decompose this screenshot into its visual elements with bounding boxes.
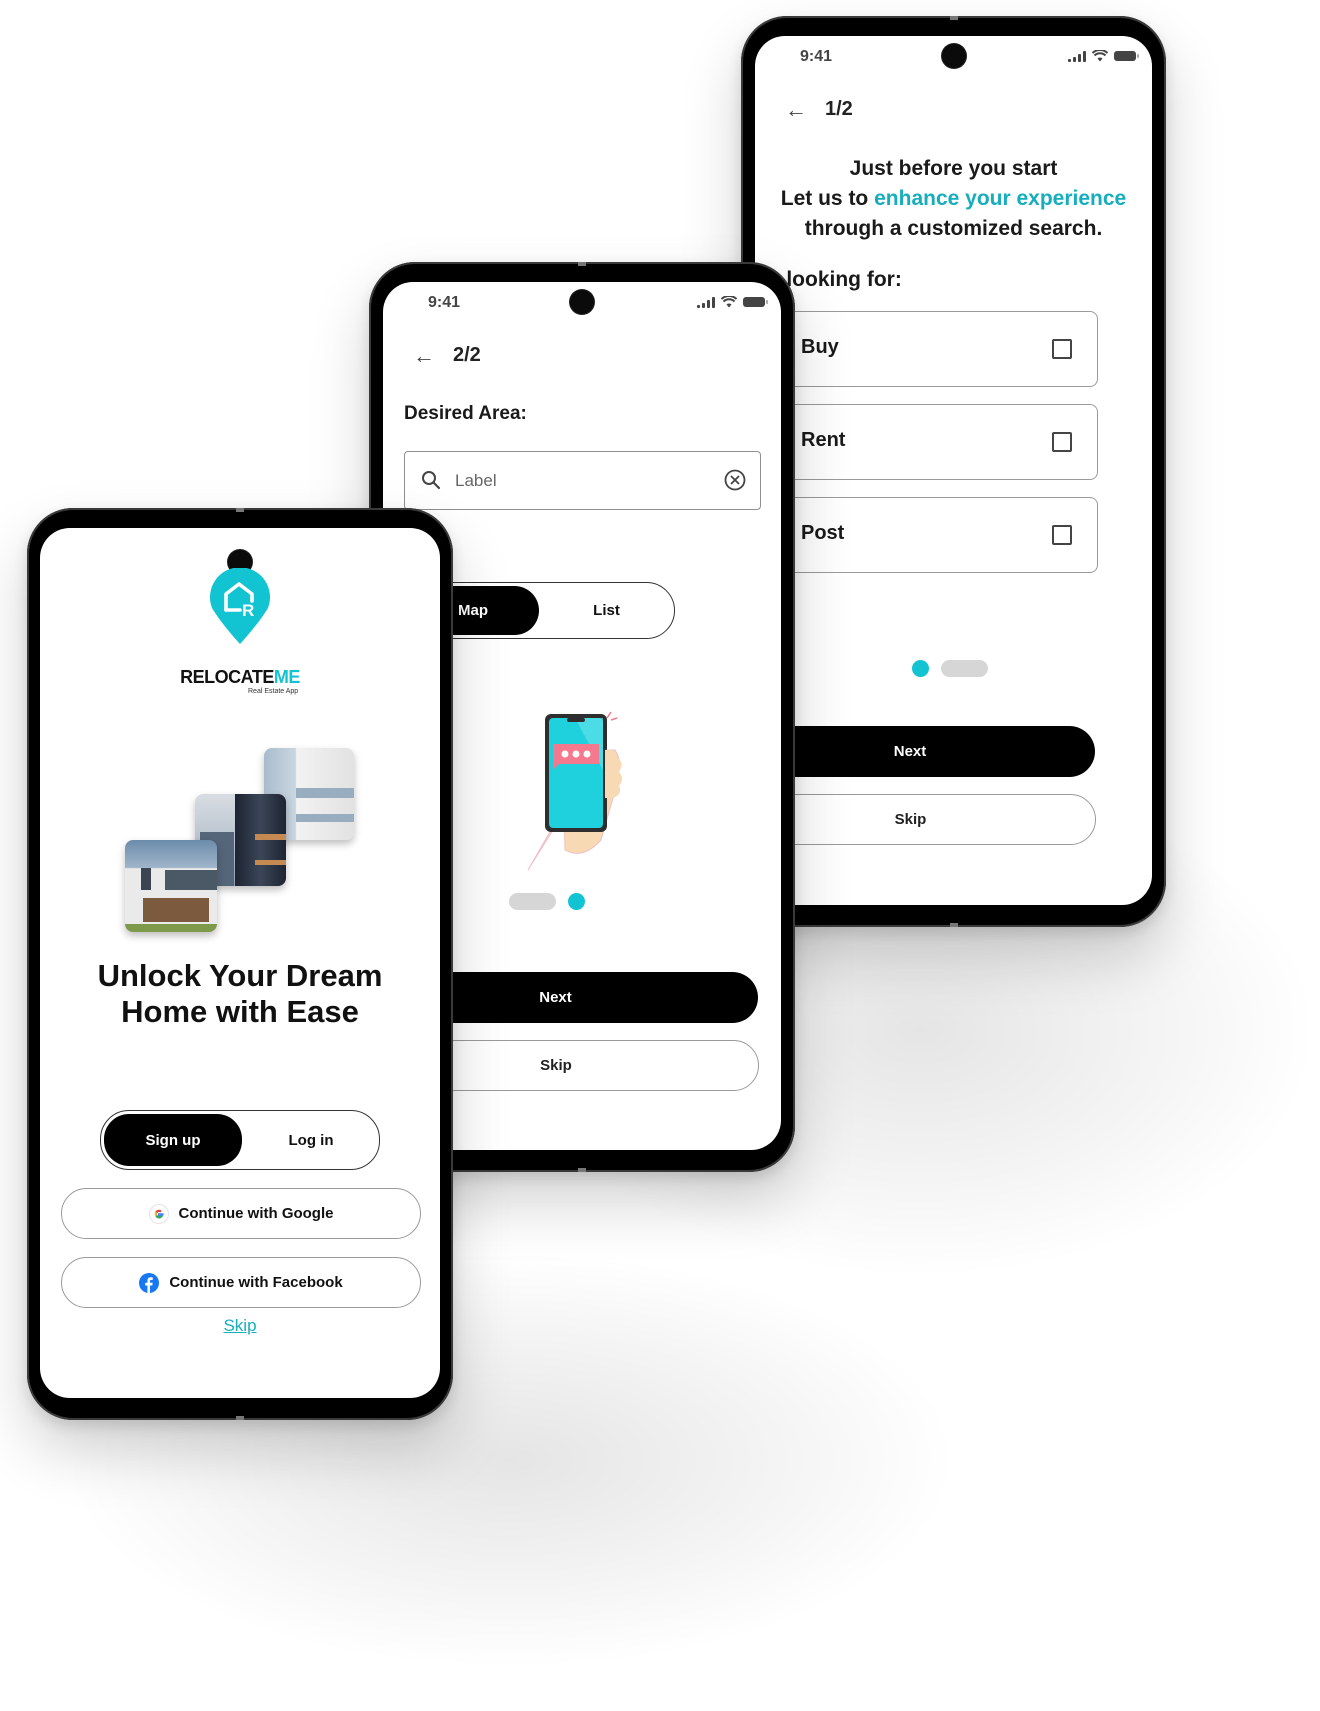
next-button[interactable]: Next xyxy=(755,726,1095,777)
status-bar: 9:41 xyxy=(755,46,1152,68)
relocateme-logo-icon: R xyxy=(210,568,270,644)
intro-line-1: Just before you start xyxy=(849,157,1058,180)
option-label: Rent xyxy=(801,429,846,451)
auth-toggle: Sign up Log in xyxy=(100,1110,380,1170)
intro-highlight: enhance your experience xyxy=(874,187,1127,210)
signup-button[interactable]: Sign up xyxy=(104,1114,242,1166)
option-buy[interactable]: Buy xyxy=(755,311,1098,387)
welcome-headline: Unlock Your Dream Home with Ease xyxy=(40,958,440,1030)
page-dot-active xyxy=(568,893,585,910)
toggle-list[interactable]: List xyxy=(542,586,671,635)
intro-line-3: through a customized search. xyxy=(804,217,1103,240)
phone-preferences: 9:41 ← 1/2 Just before you start Let us … xyxy=(741,16,1166,927)
brand-name-part2: ME xyxy=(273,667,301,687)
top-nav: ← 1/2 xyxy=(785,98,853,121)
wifi-icon xyxy=(1092,50,1108,62)
screen-welcome: R RELOCATEME Real Estate App Unlock Your… xyxy=(40,528,440,1398)
facebook-logo-icon xyxy=(139,1272,160,1293)
option-post[interactable]: Post xyxy=(755,497,1098,573)
continue-google-button[interactable]: Continue with Google xyxy=(61,1188,421,1239)
battery-icon xyxy=(743,297,768,307)
intro-line-2-prefix: Let us to xyxy=(780,187,875,210)
clear-circle-x-icon[interactable] xyxy=(724,469,746,491)
option-checkbox[interactable] xyxy=(1052,432,1072,452)
house-photo-modern xyxy=(125,840,217,932)
screen-preferences: 9:41 ← 1/2 Just before you start Let us … xyxy=(755,36,1152,905)
top-nav: ← 2/2 xyxy=(413,344,481,367)
skip-link[interactable]: Skip xyxy=(40,1316,440,1336)
brand-tagline: Real Estate App xyxy=(248,688,299,695)
facebook-label: Continue with Facebook xyxy=(169,1274,343,1291)
signal-icon xyxy=(697,296,715,308)
page-dot-inactive xyxy=(509,893,556,910)
status-time: 9:41 xyxy=(800,48,833,65)
skip-button[interactable]: Skip xyxy=(755,794,1096,845)
area-search-field[interactable]: Label xyxy=(404,451,761,510)
option-rent[interactable]: Rent xyxy=(755,404,1098,480)
google-logo-icon xyxy=(148,1203,169,1224)
brand-name: RELOCATEME xyxy=(40,667,440,688)
brand-name-part1: RELOCATE xyxy=(180,667,274,687)
search-placeholder: Label xyxy=(455,471,497,490)
headline-line-2: Home with Ease xyxy=(121,994,359,1029)
status-bar: 9:41 xyxy=(383,292,781,314)
page-dot-active xyxy=(912,660,929,677)
back-arrow-icon[interactable]: ← xyxy=(413,344,435,367)
battery-icon xyxy=(1114,51,1139,61)
hand-holding-phone-illustration xyxy=(527,711,622,871)
phone-welcome: R RELOCATEME Real Estate App Unlock Your… xyxy=(27,508,453,1420)
back-arrow-icon[interactable]: ← xyxy=(785,98,807,121)
step-indicator: 1/2 xyxy=(825,98,853,120)
google-label: Continue with Google xyxy=(178,1205,334,1222)
headline-line-1: Unlock Your Dream xyxy=(97,958,383,993)
status-time: 9:41 xyxy=(428,294,461,311)
svg-text:R: R xyxy=(242,601,254,620)
wifi-icon xyxy=(721,296,737,308)
login-button[interactable]: Log in xyxy=(246,1114,376,1166)
option-label: Post xyxy=(801,522,845,544)
step-indicator: 2/2 xyxy=(453,344,481,366)
desired-area-label: Desired Area: xyxy=(404,403,527,424)
option-checkbox[interactable] xyxy=(1052,339,1072,359)
intro-text: Just before you start Let us to enhance … xyxy=(755,154,1152,244)
continue-facebook-button[interactable]: Continue with Facebook xyxy=(61,1257,421,1308)
option-label: Buy xyxy=(801,336,839,358)
page-indicator xyxy=(509,893,585,910)
page-dot-inactive xyxy=(941,660,988,677)
search-icon xyxy=(422,471,441,490)
option-checkbox[interactable] xyxy=(1052,525,1072,545)
page-indicator xyxy=(912,660,988,677)
signal-icon xyxy=(1068,50,1086,62)
